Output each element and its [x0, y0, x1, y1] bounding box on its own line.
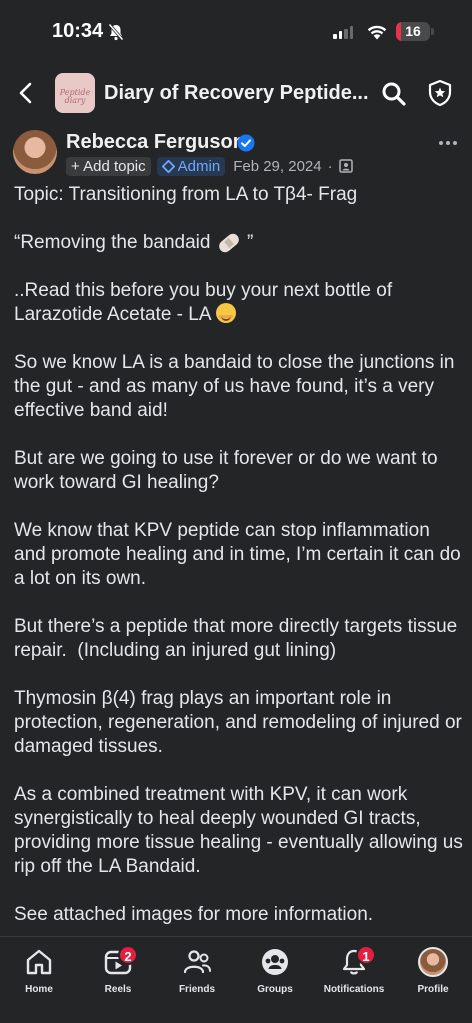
- post-paragraph: See attached images for more information…: [14, 904, 374, 925]
- post-paragraph: But are we going to use it forever or do…: [14, 448, 443, 493]
- group-header: Peptide diary Diary of Recovery Peptide.…: [0, 62, 472, 124]
- group-thumbnail[interactable]: Peptide diary: [55, 73, 95, 113]
- battery-indicator: 16: [396, 22, 430, 41]
- admin-badge: Admin: [156, 156, 226, 176]
- group-audience-icon: [338, 159, 353, 173]
- search-icon[interactable]: [381, 81, 407, 107]
- nav-notifications-label: Notifications: [323, 984, 385, 995]
- author-avatar[interactable]: [13, 130, 57, 174]
- post-paragraph: Thymosin β(4) frag plays an important ro…: [14, 688, 468, 757]
- more-options-icon[interactable]: [438, 140, 458, 146]
- home-icon: [26, 949, 52, 975]
- battery-tip: [431, 28, 434, 35]
- add-topic-button[interactable]: + Add topic: [66, 156, 151, 176]
- meta-separator: ·: [327, 157, 333, 175]
- battery-level: 16: [405, 23, 421, 39]
- post-meta: + Add topic Admin Feb 29, 2024 ·: [66, 156, 353, 176]
- author-name[interactable]: Rebecca Ferguson: [66, 131, 245, 154]
- add-topic-label: + Add topic: [71, 157, 146, 175]
- post-paragraph-bandaid: “Removing the bandaid ”: [14, 231, 464, 255]
- friends-icon: [183, 950, 211, 974]
- status-time: 10:34: [52, 20, 104, 42]
- post-paragraph: We know that KPV peptide can stop inflam…: [14, 520, 467, 589]
- post-paragraph-text: “Removing the bandaid: [14, 232, 211, 253]
- post-paragraph: But there’s a peptide that more directly…: [14, 616, 463, 661]
- nav-groups-label: Groups: [257, 984, 293, 995]
- post-paragraph: Topic: Transitioning from LA to Tβ4- Fra…: [14, 184, 358, 205]
- status-bar: 10:34 16: [0, 0, 472, 62]
- reels-badge: 2: [118, 945, 138, 965]
- nav-profile[interactable]: Profile: [393, 937, 472, 1007]
- group-thumb-text-2: diary: [64, 96, 86, 105]
- groups-icon: [262, 949, 288, 975]
- closing-quote: ”: [241, 232, 254, 253]
- post-paragraph-text: ..Read this before you buy your next bot…: [14, 280, 398, 325]
- admin-shield-icon[interactable]: [426, 79, 454, 107]
- smiling-face-emoji-icon: [215, 303, 236, 323]
- post-paragraph: As a combined treatment with KPV, it can…: [14, 784, 469, 877]
- nav-home[interactable]: Home: [0, 937, 79, 1007]
- wifi-icon: [367, 25, 387, 40]
- profile-avatar: [418, 947, 448, 977]
- back-arrow-icon[interactable]: [16, 81, 36, 105]
- admin-badge-label: Admin: [177, 157, 221, 175]
- admin-diamond-icon: [161, 159, 175, 173]
- group-title[interactable]: Diary of Recovery Peptide...: [104, 82, 369, 105]
- post-date[interactable]: Feb 29, 2024: [233, 158, 321, 175]
- nav-groups[interactable]: Groups: [235, 937, 315, 1007]
- bell-off-icon: [108, 23, 124, 41]
- post-paragraph-la: ..Read this before you buy your next bot…: [14, 279, 464, 327]
- post-paragraph: So we know LA is a bandaid to close the …: [14, 352, 460, 421]
- nav-home-label: Home: [25, 984, 53, 995]
- nav-friends[interactable]: Friends: [157, 937, 237, 1007]
- bandage-emoji-icon: [216, 231, 242, 255]
- signal-icon: [333, 26, 353, 39]
- nav-reels-label: Reels: [104, 984, 132, 995]
- nav-reels[interactable]: 2 Reels: [78, 937, 158, 1007]
- notifications-badge: 1: [356, 945, 376, 965]
- nav-profile-label: Profile: [417, 984, 449, 995]
- verified-badge-icon: [237, 134, 255, 152]
- nav-friends-label: Friends: [178, 984, 216, 995]
- post-body: Topic: Transitioning from LA to Tβ4- Fra…: [14, 183, 464, 951]
- nav-notifications[interactable]: 1 Notifications: [314, 937, 394, 1007]
- bottom-nav: Home 2 Reels Friends Groups 1 Notificati…: [0, 936, 472, 1023]
